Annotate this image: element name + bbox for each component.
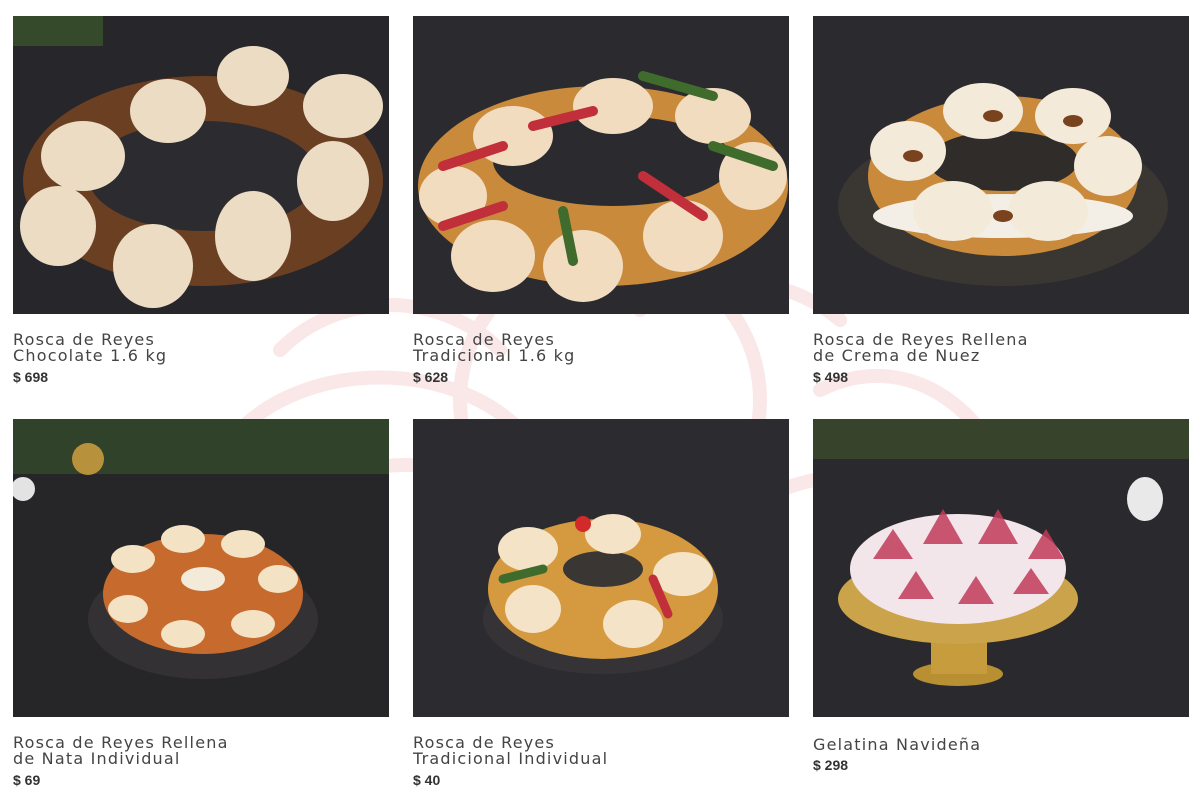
rosca-nuez-image[interactable] bbox=[813, 16, 1189, 314]
rosca-nata-individual-image[interactable] bbox=[13, 419, 389, 717]
product-name[interactable]: Rosca de Reyes Rellena de Nata Individua… bbox=[13, 735, 229, 767]
product-name[interactable]: Rosca de Reyes Tradicional Individual bbox=[413, 735, 608, 767]
product-price: $ 69 bbox=[13, 772, 41, 788]
product-name[interactable]: Rosca de Reyes Tradicional 1.6 kg bbox=[413, 332, 575, 364]
product-card[interactable]: Rosca de Reyes Tradicional Individual $ … bbox=[413, 419, 789, 788]
rosca-chocolate-image[interactable] bbox=[13, 16, 389, 314]
product-price: $ 628 bbox=[413, 369, 449, 385]
product-card[interactable]: Rosca de Reyes Chocolate 1.6 kg $ 698 bbox=[13, 16, 389, 385]
product-price: $ 498 bbox=[813, 369, 849, 385]
product-name[interactable]: Rosca de Reyes Chocolate 1.6 kg bbox=[13, 332, 167, 364]
product-price: $ 298 bbox=[813, 757, 849, 773]
product-card[interactable]: Rosca de Reyes Tradicional 1.6 kg $ 628 bbox=[413, 16, 789, 385]
product-name[interactable]: Gelatina Navideña bbox=[813, 737, 981, 753]
product-card[interactable]: Rosca de Reyes Rellena de Nata Individua… bbox=[13, 419, 389, 788]
gelatina-image[interactable] bbox=[813, 419, 1189, 717]
product-price: $ 40 bbox=[413, 772, 441, 788]
rosca-tradicional-image[interactable] bbox=[413, 16, 789, 314]
product-name[interactable]: Rosca de Reyes Rellena de Crema de Nuez bbox=[813, 332, 1029, 364]
product-card[interactable]: Gelatina Navideña $ 298 bbox=[813, 419, 1189, 773]
product-price: $ 698 bbox=[13, 369, 49, 385]
rosca-tradicional-individual-image[interactable] bbox=[413, 419, 789, 717]
product-card[interactable]: Rosca de Reyes Rellena de Crema de Nuez … bbox=[813, 16, 1189, 385]
